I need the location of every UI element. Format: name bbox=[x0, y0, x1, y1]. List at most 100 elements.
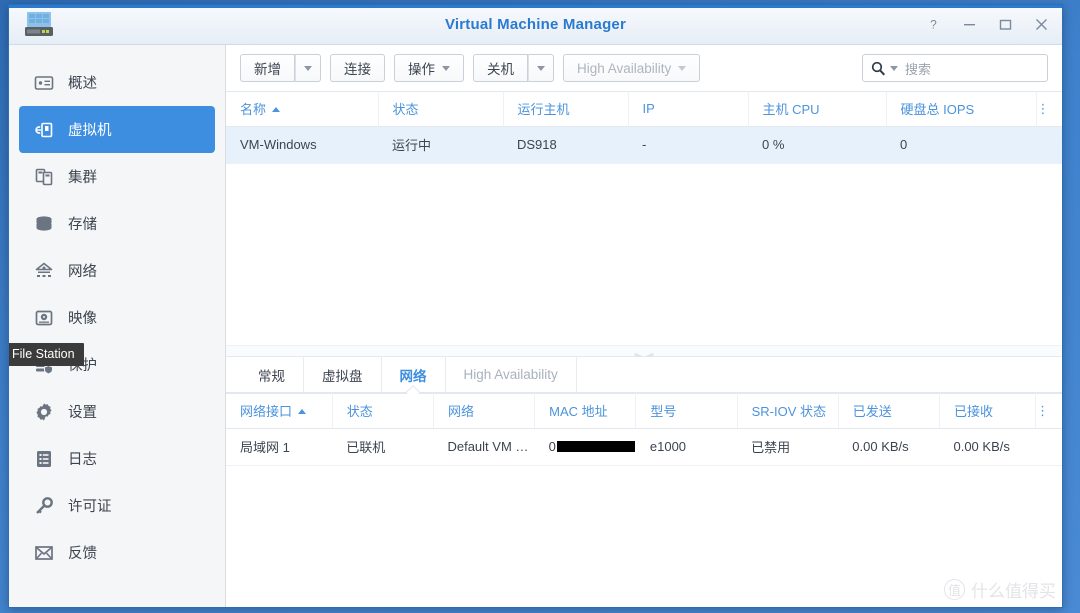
window-titlebar[interactable]: Virtual Machine Manager ? bbox=[9, 5, 1062, 45]
detail-tab-bar: 常规 虚拟盘 网络 High Availability bbox=[226, 357, 1062, 393]
sidebar-item-label: 概述 bbox=[68, 76, 97, 92]
search-scope-chevron-icon[interactable] bbox=[890, 65, 898, 71]
vm-status-cell: 运行中 bbox=[378, 126, 503, 164]
tab-virtual-disk[interactable]: 虚拟盘 bbox=[304, 357, 382, 392]
feedback-mail-icon bbox=[33, 542, 55, 564]
nic-column-options-button[interactable]: ⋮ bbox=[1035, 393, 1062, 429]
chevron-down-icon bbox=[678, 65, 687, 71]
nic-col-mac[interactable]: MAC 地址 bbox=[534, 393, 637, 429]
sidebar-item-label: 虚拟机 bbox=[68, 123, 112, 139]
vertical-dots-icon: ⋮ bbox=[1036, 101, 1050, 116]
search-placeholder: 搜索 bbox=[905, 61, 932, 77]
nic-received-cell: 0.00 KB/s bbox=[939, 428, 1036, 466]
sidebar-item-label: 存储 bbox=[68, 217, 97, 233]
nic-col-model[interactable]: 型号 bbox=[635, 393, 738, 429]
vm-col-name[interactable]: 名称 bbox=[226, 91, 379, 127]
nic-interface-cell: 局域网 1 bbox=[226, 428, 333, 466]
vm-ip-cell: - bbox=[628, 126, 748, 164]
sidebar-item-license[interactable]: 许可证 bbox=[19, 482, 215, 529]
vm-col-iops[interactable]: 硬盘总 IOPS bbox=[886, 91, 1037, 127]
nic-col-received[interactable]: 已接收 bbox=[939, 393, 1037, 429]
vertical-dots-icon: ⋮ bbox=[1036, 403, 1050, 418]
sidebar-item-log[interactable]: 日志 bbox=[19, 435, 215, 482]
create-dropdown-button[interactable] bbox=[295, 54, 321, 82]
svg-text:?: ? bbox=[930, 18, 937, 31]
minimize-button[interactable] bbox=[958, 14, 980, 34]
license-key-icon bbox=[33, 495, 55, 517]
nic-mac-cell: 0 bbox=[534, 428, 636, 466]
create-button[interactable]: 新增 bbox=[240, 54, 295, 82]
sidebar-item-label: 日志 bbox=[68, 452, 97, 468]
action-button-label: 操作 bbox=[408, 62, 435, 77]
nic-sent-cell: 0.00 KB/s bbox=[838, 428, 940, 466]
sidebar-item-image[interactable]: 映像 bbox=[19, 294, 215, 341]
chevron-down-icon bbox=[304, 65, 312, 71]
window-body: 概述 虚拟机 集群 存储 网络 映像 保护 设置 日志 许可证 反馈 File … bbox=[9, 45, 1062, 607]
main-content-area: 新增 连接 操作 关机 High Availability 搜索 名称 状态 运… bbox=[226, 45, 1062, 607]
action-dropdown-button[interactable]: 操作 bbox=[394, 54, 464, 82]
window-controls: ? bbox=[922, 14, 1052, 34]
tab-general[interactable]: 常规 bbox=[240, 357, 304, 392]
nic-col-status[interactable]: 状态 bbox=[332, 393, 434, 429]
watermark-logo: 值 bbox=[944, 579, 965, 600]
create-button-group: 新增 bbox=[240, 54, 321, 82]
vm-name-cell: VM-Windows bbox=[226, 126, 378, 164]
sidebar-item-network[interactable]: 网络 bbox=[19, 247, 215, 294]
vm-col-cpu[interactable]: 主机 CPU bbox=[748, 91, 887, 127]
high-availability-dropdown-button[interactable]: High Availability bbox=[563, 54, 701, 82]
vm-cpu-cell: 0 % bbox=[748, 126, 886, 164]
nic-col-interface[interactable]: 网络接口 bbox=[226, 393, 333, 429]
vm-col-status[interactable]: 状态 bbox=[378, 91, 504, 127]
vm-column-options-button[interactable]: ⋮ bbox=[1036, 91, 1062, 127]
vm-col-ip[interactable]: IP bbox=[628, 91, 749, 127]
vm-col-host[interactable]: 运行主机 bbox=[503, 91, 629, 127]
pane-splitter[interactable] bbox=[226, 345, 1062, 361]
sidebar-item-cluster[interactable]: 集群 bbox=[19, 153, 215, 200]
close-button[interactable] bbox=[1030, 14, 1052, 34]
tab-high-availability[interactable]: High Availability bbox=[446, 357, 577, 392]
sort-ascending-icon bbox=[272, 107, 281, 112]
tab-network[interactable]: 网络 bbox=[382, 357, 446, 392]
search-icon bbox=[871, 61, 886, 76]
storage-icon bbox=[33, 213, 55, 235]
mac-prefix: 0 bbox=[548, 439, 556, 454]
vm-toolbar: 新增 连接 操作 关机 High Availability 搜索 bbox=[226, 45, 1062, 91]
sidebar-item-overview[interactable]: 概述 bbox=[19, 59, 215, 106]
nic-col-sent[interactable]: 已发送 bbox=[838, 393, 940, 429]
sidebar-item-storage[interactable]: 存储 bbox=[19, 200, 215, 247]
settings-gear-icon bbox=[33, 401, 55, 423]
chevron-down-icon bbox=[537, 65, 545, 71]
titlebar-accent-line bbox=[9, 5, 1062, 8]
sidebar-item-label: 网络 bbox=[68, 264, 97, 280]
shutdown-button[interactable]: 关机 bbox=[473, 54, 528, 82]
search-input[interactable]: 搜索 bbox=[862, 54, 1048, 82]
help-button[interactable]: ? bbox=[922, 14, 944, 34]
sidebar-item-settings[interactable]: 设置 bbox=[19, 388, 215, 435]
sort-ascending-icon bbox=[298, 409, 307, 414]
shutdown-dropdown-button[interactable] bbox=[528, 54, 554, 82]
nic-list-pane: 网络接口 状态 网络 MAC 地址 型号 SR-IOV 状态 已发送 已接收 ⋮ bbox=[226, 393, 1062, 466]
sidebar-item-label: 反馈 bbox=[68, 546, 97, 562]
mac-redaction-bar bbox=[556, 441, 635, 452]
log-icon bbox=[33, 448, 55, 470]
nic-status-cell: 已联机 bbox=[332, 428, 434, 466]
table-row[interactable]: 局域网 1 已联机 Default VM N... 0 e1000 已禁用 0.… bbox=[226, 428, 1062, 466]
sidebar-navigation: 概述 虚拟机 集群 存储 网络 映像 保护 设置 日志 许可证 反馈 File … bbox=[9, 45, 226, 607]
connect-button[interactable]: 连接 bbox=[330, 54, 385, 82]
vm-table-header-row: 名称 状态 运行主机 IP 主机 CPU 硬盘总 IOPS ⋮ bbox=[226, 91, 1062, 127]
nic-col-network[interactable]: 网络 bbox=[433, 393, 536, 429]
high-availability-label: High Availability bbox=[577, 60, 672, 76]
vm-table: 名称 状态 运行主机 IP 主机 CPU 硬盘总 IOPS ⋮ VM-Windo… bbox=[226, 91, 1062, 164]
nic-model-cell: e1000 bbox=[635, 428, 738, 466]
maximize-button[interactable] bbox=[994, 14, 1016, 34]
overview-icon bbox=[33, 72, 55, 94]
site-watermark: 值 什么值得买 bbox=[944, 577, 1056, 602]
vm-iops-cell: 0 bbox=[886, 126, 1036, 164]
vm-list-pane: 名称 状态 运行主机 IP 主机 CPU 硬盘总 IOPS ⋮ VM-Windo… bbox=[226, 91, 1062, 345]
sidebar-item-virtual-machine[interactable]: 虚拟机 bbox=[19, 106, 215, 153]
vm-host-cell: DS918 bbox=[503, 126, 628, 164]
cluster-icon bbox=[33, 166, 55, 188]
table-row[interactable]: VM-Windows 运行中 DS918 - 0 % 0 bbox=[226, 126, 1062, 164]
nic-col-sriov[interactable]: SR-IOV 状态 bbox=[737, 393, 839, 429]
sidebar-item-feedback[interactable]: 反馈 bbox=[19, 529, 215, 576]
